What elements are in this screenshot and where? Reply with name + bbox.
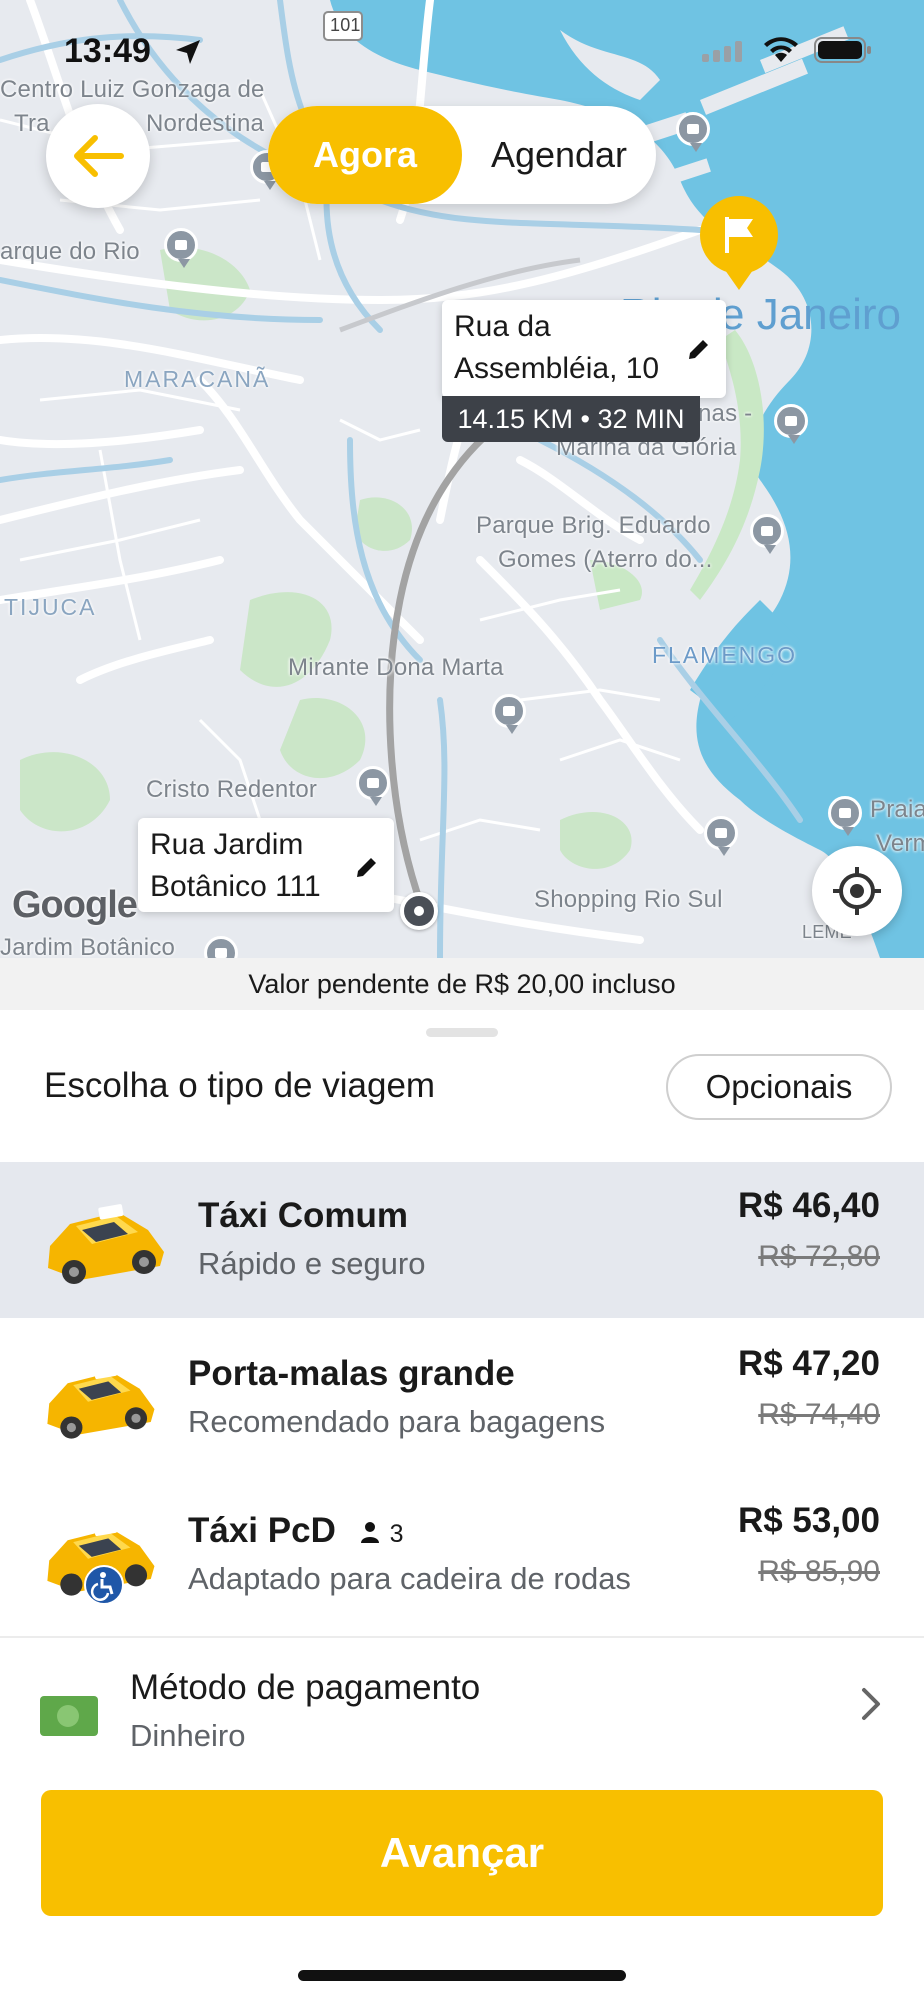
map-label-maracana: MARACANÃ xyxy=(124,366,271,392)
ride-option-porta-malas[interactable]: Porta-malas grande Recomendado para baga… xyxy=(0,1320,924,1476)
ride-option-taxi-comum[interactable]: Táxi Comum Rápido e seguro R$ 46,40 R$ 7… xyxy=(0,1162,924,1318)
wifi-icon xyxy=(764,37,798,62)
map-label-centro-luiz: Centro Luiz Gonzaga de xyxy=(0,76,265,103)
destination-address-callout[interactable]: Rua da Assembléia, 10 xyxy=(442,300,726,398)
options-button[interactable]: Opcionais xyxy=(666,1054,892,1120)
ride-name: Táxi Comum xyxy=(198,1196,409,1235)
poi-park-icon xyxy=(750,514,784,554)
map-label-tijuca: TIJUCA xyxy=(4,594,97,620)
map-label-praia-1: Praia xyxy=(870,796,924,823)
ride-price: R$ 46,40 xyxy=(737,1186,880,1225)
chevron-right-icon xyxy=(862,1688,880,1720)
poi-shopping-icon xyxy=(704,816,738,856)
home-indicator xyxy=(298,1970,626,1981)
map-label-jardim: Jardim Botânico xyxy=(0,934,176,958)
ride-original-price: R$ 85,90 xyxy=(758,1555,880,1588)
poi-ferry-icon xyxy=(774,404,808,444)
google-logo: Google xyxy=(12,884,138,926)
map-view[interactable]: 101 Centro Luiz Gonzaga de Tra Nordestin… xyxy=(0,0,924,958)
pending-fee-notice: Valor pendente de R$ 20,00 incluso xyxy=(0,958,924,1010)
payment-method-title: Método de pagamento xyxy=(130,1668,481,1707)
map-label-centro-tra: Tra xyxy=(14,110,50,137)
map-label-mirante: Mirante Dona Marta xyxy=(288,654,504,681)
ride-description: Recomendado para bagagens xyxy=(188,1404,606,1439)
taxi-car-icon xyxy=(47,1364,155,1439)
origin-address: Rua Jardim Botânico 111 xyxy=(150,828,321,903)
ride-description: Adaptado para cadeira de rodas xyxy=(188,1561,631,1596)
map-label-shopping: Shopping Rio Sul xyxy=(534,886,723,913)
map-label-parque-brig-2: Gomes (Aterro do... xyxy=(498,546,713,573)
crosshair-icon xyxy=(833,867,881,915)
ride-option-taxi-pcd[interactable]: Táxi PcD 3 Adaptado para cadeira de roda… xyxy=(0,1477,924,1633)
payment-method-row[interactable]: Método de pagamento Dinheiro xyxy=(0,1640,924,1770)
location-arrow-icon xyxy=(176,40,200,64)
ride-description: Rápido e seguro xyxy=(198,1246,426,1281)
payment-method-value: Dinheiro xyxy=(130,1718,246,1753)
poi-beach-icon xyxy=(828,796,862,836)
origin-address-callout[interactable]: Rua Jardim Botânico 111 xyxy=(138,818,394,912)
map-label-nordestina: Nordestina xyxy=(146,110,265,137)
advance-button[interactable]: Avançar xyxy=(41,1790,883,1916)
ride-original-price: R$ 72,80 xyxy=(758,1240,880,1273)
destination-address: Rua da Assembléia, 10 xyxy=(454,310,660,385)
edit-origin-pencil-icon[interactable] xyxy=(354,854,380,880)
trip-type-title: Escolha o tipo de viagem xyxy=(44,1066,436,1105)
route-distance-time: 14.15 KM • 32 MIN xyxy=(442,396,700,442)
ride-price: R$ 47,20 xyxy=(737,1344,880,1383)
map-label-cristo: Cristo Redentor xyxy=(146,776,318,803)
poi-zoo-icon xyxy=(164,228,198,268)
road-badge-label: 101 xyxy=(330,15,361,35)
ride-price: R$ 53,00 xyxy=(737,1501,880,1540)
ride-name: Porta-malas grande xyxy=(188,1354,515,1393)
map-label-marina-top: nas - xyxy=(698,400,753,427)
destination-flag-marker[interactable] xyxy=(700,196,778,290)
passenger-count: 3 xyxy=(389,1520,404,1548)
map-label-parque-brig-1: Parque Brig. Eduardo xyxy=(476,512,711,539)
section-divider xyxy=(0,1636,924,1638)
status-icons xyxy=(702,36,872,64)
cash-icon xyxy=(40,1696,98,1736)
my-location-button[interactable] xyxy=(812,846,902,936)
poi-museum-icon xyxy=(676,112,710,152)
origin-marker xyxy=(400,892,438,930)
toggle-now[interactable]: Agora xyxy=(268,106,462,204)
edit-destination-pencil-icon[interactable] xyxy=(686,336,712,362)
poi-cristo-camera-icon xyxy=(356,766,390,806)
taxi-car-icon xyxy=(48,1204,164,1284)
status-time: 13:49 xyxy=(64,32,151,70)
map-label-parque-rio: arque do Rio xyxy=(0,238,140,265)
ride-name-text: Táxi PcD xyxy=(188,1511,336,1550)
flag-icon xyxy=(725,217,753,253)
battery-icon xyxy=(814,37,871,63)
time-toggle: Agora Agendar xyxy=(268,106,656,204)
arrow-left-icon xyxy=(74,135,124,177)
person-icon xyxy=(360,1521,379,1543)
ride-name: Táxi PcD 3 xyxy=(188,1511,404,1551)
back-button[interactable] xyxy=(46,104,150,208)
ride-original-price: R$ 74,40 xyxy=(758,1398,880,1431)
poi-mirante-camera-icon xyxy=(492,694,526,734)
cellular-signal-icon xyxy=(702,41,742,62)
map-label-rio-janeiro: e Janeiro xyxy=(720,290,902,339)
map-label-flamengo: FLAMENGO xyxy=(652,642,798,668)
toggle-schedule[interactable]: Agendar xyxy=(462,106,656,204)
wheelchair-icon xyxy=(84,1565,124,1605)
sheet-grabber[interactable] xyxy=(426,1028,498,1037)
